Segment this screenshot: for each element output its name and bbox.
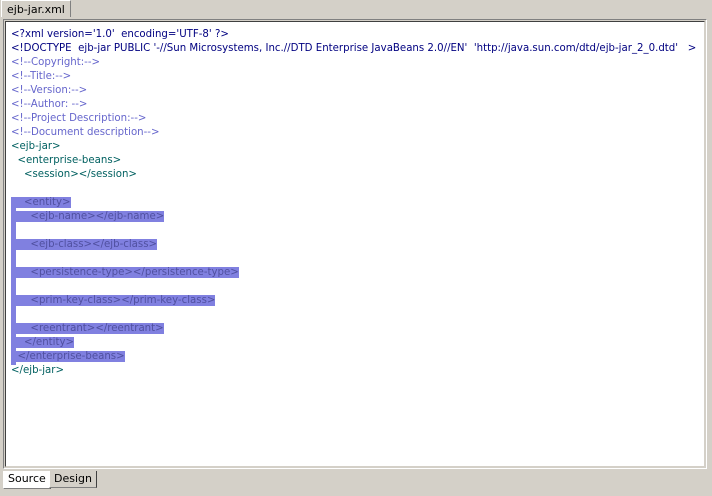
code-line: <?xml version='1.0' encoding='UTF-8' ?> bbox=[11, 29, 229, 40]
code-line: <!--Title:--> bbox=[11, 71, 72, 82]
tab-source[interactable]: Source bbox=[3, 471, 51, 489]
code-line: <ejb-jar> bbox=[11, 141, 61, 152]
code-line-selected: <ejb-name></ejb-name> bbox=[11, 211, 165, 222]
editor-frame: <?xml version='1.0' encoding='UTF-8' ?> … bbox=[3, 19, 707, 469]
code-line-selected: <reentrant></reentrant> bbox=[11, 323, 164, 334]
code-line: <enterprise-beans> bbox=[11, 155, 122, 166]
code-line: </ejb-jar> bbox=[11, 365, 65, 376]
code-line-selected: </enterprise-beans> bbox=[11, 351, 125, 362]
tab-design[interactable]: Design bbox=[49, 471, 97, 488]
code-line: <!--Copyright:--> bbox=[11, 57, 101, 68]
code-line-selected: <ejb-class></ejb-class> bbox=[11, 239, 158, 250]
code-line: <!--Document description--> bbox=[11, 127, 160, 138]
source-editor[interactable]: <?xml version='1.0' encoding='UTF-8' ?> … bbox=[5, 21, 705, 467]
code-line: <!--Author: --> bbox=[11, 99, 88, 110]
code-line: <!--Version:--> bbox=[11, 85, 88, 96]
code-line-selected: <persistence-type></persistence-type> bbox=[11, 267, 239, 278]
code-line: <!DOCTYPE ejb-jar PUBLIC '-//Sun Microsy… bbox=[11, 43, 697, 54]
code-line-selected: <entity> bbox=[11, 197, 71, 208]
code-line: <session></session> bbox=[11, 169, 137, 180]
code-line-selected: </entity> bbox=[11, 337, 75, 348]
code-line: <!--Project Description:--> bbox=[11, 113, 147, 124]
code-line-selected: <prim-key-class></prim-key-class> bbox=[11, 295, 216, 306]
tab-ejb-jar-xml[interactable]: ejb-jar.xml bbox=[1, 0, 71, 17]
